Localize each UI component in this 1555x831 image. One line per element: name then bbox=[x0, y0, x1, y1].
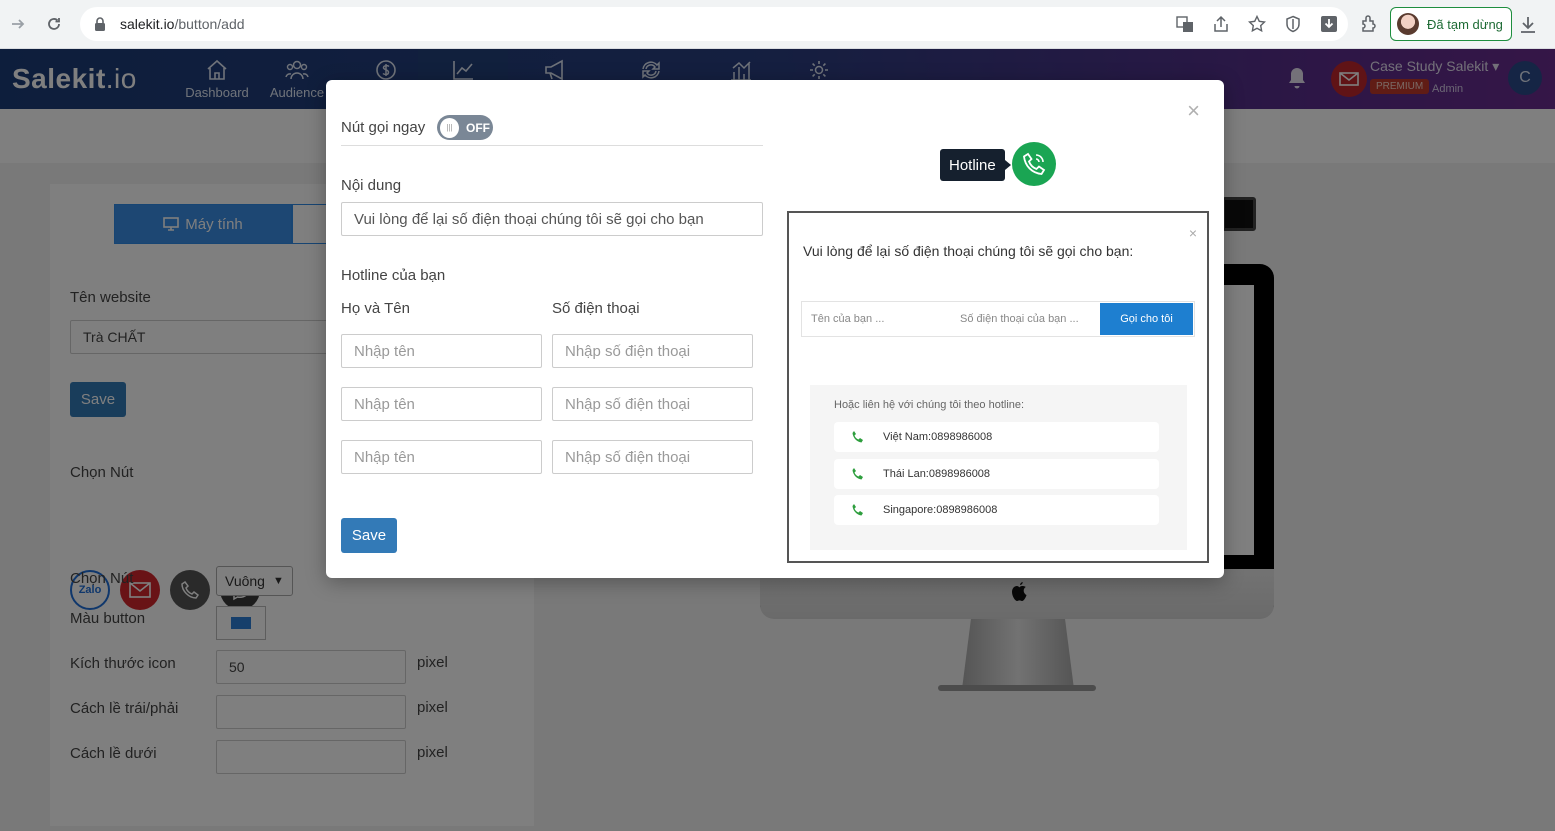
name-column-label: Họ và Tên bbox=[341, 300, 410, 317]
preview-hotline-box: Hoặc liên hệ với chúng tôi theo hotline:… bbox=[810, 385, 1187, 550]
divider bbox=[341, 145, 763, 146]
list-item[interactable]: Việt Nam:0898986008 bbox=[834, 422, 1159, 452]
extensions-icon[interactable] bbox=[1360, 14, 1380, 34]
preview-close-icon[interactable]: × bbox=[1189, 225, 1197, 241]
preview-name-field[interactable]: Tên của bạn ... bbox=[811, 313, 884, 325]
preview-phone-field[interactable]: Số điện thoại của bạn ... bbox=[960, 313, 1079, 325]
list-item[interactable]: Thái Lan:0898986008 bbox=[834, 459, 1159, 489]
phone-column-label: Số điện thoại bbox=[552, 300, 640, 317]
download-ext-icon[interactable] bbox=[1320, 15, 1338, 33]
hotline-name-input[interactable]: Nhập tên bbox=[341, 387, 542, 421]
content-input[interactable]: Vui lòng để lại số điện thoại chúng tôi … bbox=[341, 202, 763, 236]
phone-icon bbox=[852, 468, 863, 480]
phone-icon bbox=[852, 504, 863, 516]
hotline-call-button[interactable] bbox=[1012, 142, 1056, 186]
translate-icon[interactable] bbox=[1176, 15, 1194, 33]
hotline-phone-input[interactable]: Nhập số điện thoại bbox=[552, 440, 753, 474]
content-label: Nội dung bbox=[341, 177, 402, 194]
preview-call-button[interactable]: Gọi cho tôi bbox=[1100, 303, 1193, 335]
shield-icon[interactable] bbox=[1284, 15, 1302, 33]
hotline-phone-input[interactable]: Nhập số điện thoại bbox=[552, 334, 753, 368]
call-now-toggle[interactable]: ||| OFF bbox=[437, 115, 493, 140]
reload-icon[interactable] bbox=[36, 6, 72, 42]
toggle-knob: ||| bbox=[440, 117, 459, 138]
forward-icon[interactable] bbox=[0, 6, 36, 42]
call-now-label: Nút gọi ngay bbox=[341, 119, 426, 136]
lock-icon bbox=[95, 17, 105, 31]
preview-callback-form: Tên của bạn ... Số điện thoại của bạn ..… bbox=[801, 301, 1195, 337]
phone-icon bbox=[1023, 152, 1046, 175]
star-icon[interactable] bbox=[1248, 15, 1266, 33]
modal-save-button[interactable]: Save bbox=[341, 518, 397, 553]
close-icon[interactable]: × bbox=[1187, 98, 1200, 124]
list-item[interactable]: Singapore:0898986008 bbox=[834, 495, 1159, 525]
hotline-tooltip: Hotline bbox=[940, 149, 1011, 181]
profile-avatar bbox=[1397, 13, 1419, 35]
preview-title: Vui lòng để lại số điện thoại chúng tôi … bbox=[803, 243, 1134, 259]
preview-hotline-header: Hoặc liên hệ với chúng tôi theo hotline: bbox=[834, 399, 1025, 411]
address-bar[interactable]: salekit.io/button/add bbox=[80, 7, 1348, 41]
hotline-name-input[interactable]: Nhập tên bbox=[341, 440, 542, 474]
hotline-label: Hotline của bạn bbox=[341, 267, 446, 284]
popup-preview: × Vui lòng để lại số điện thoại chúng tô… bbox=[787, 211, 1209, 563]
phone-icon bbox=[852, 431, 863, 443]
browser-toolbar: salekit.io/button/add Đã tạm dừng bbox=[0, 0, 1555, 49]
url-text: salekit.io/button/add bbox=[120, 16, 245, 32]
hotline-modal: × Nút gọi ngay ||| OFF Nội dung Vui lòng… bbox=[326, 80, 1224, 578]
share-icon[interactable] bbox=[1212, 15, 1230, 33]
hotline-name-input[interactable]: Nhập tên bbox=[341, 334, 542, 368]
profile-button[interactable]: Đã tạm dừng bbox=[1390, 7, 1512, 41]
downloads-icon[interactable] bbox=[1518, 15, 1538, 35]
hotline-phone-input[interactable]: Nhập số điện thoại bbox=[552, 387, 753, 421]
